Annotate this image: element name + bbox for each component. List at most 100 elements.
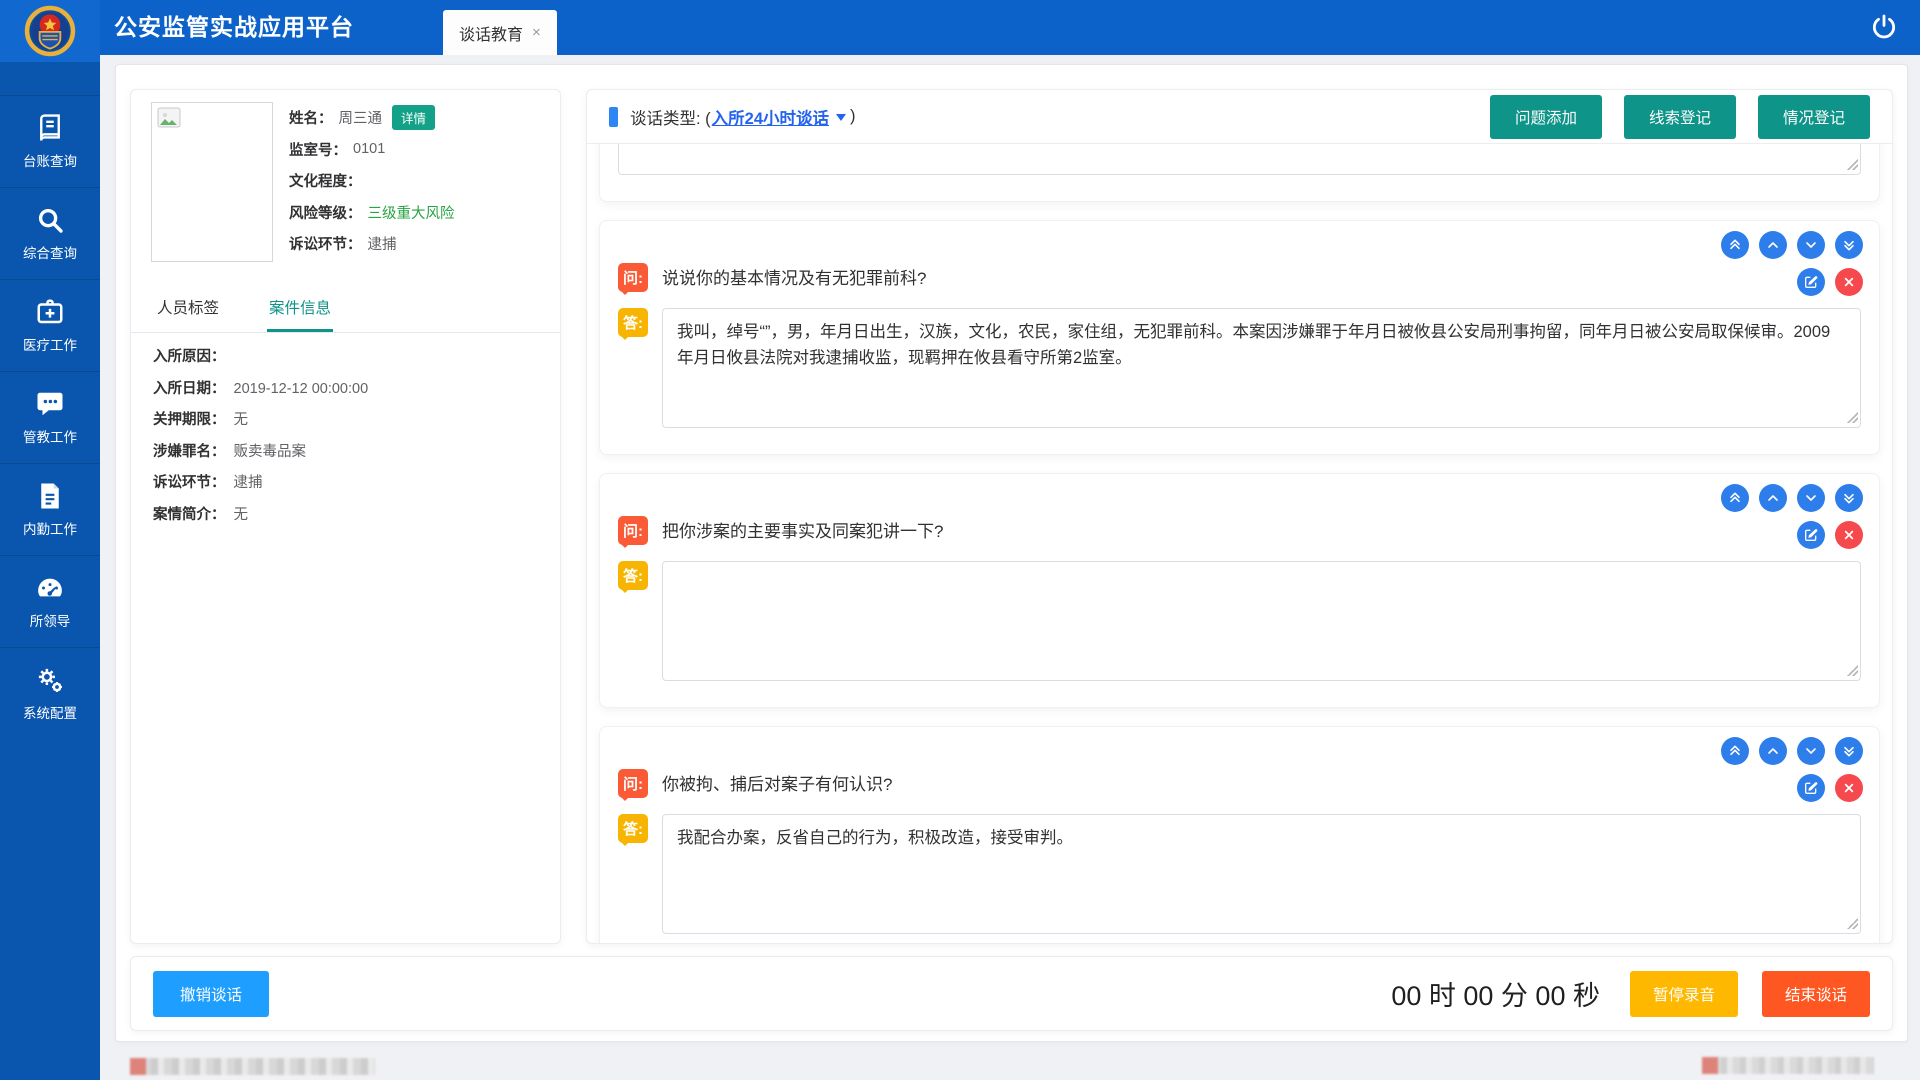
tab-label: 谈话教育 xyxy=(459,21,523,45)
qa-header-actions: 问题添加 线索登记 情况登记 xyxy=(1490,95,1870,139)
talk-timer: 00 时 00 分 00 秒 xyxy=(1391,974,1600,1013)
sidebar-item-label: 系统配置 xyxy=(23,702,77,722)
situation-register-button[interactable]: 情况登记 xyxy=(1758,95,1870,139)
resize-handle-icon[interactable] xyxy=(1847,159,1858,170)
clue-register-button[interactable]: 线索登记 xyxy=(1624,95,1736,139)
sidebar-item-leadership[interactable]: 所领导 xyxy=(0,555,100,647)
pause-recording-button[interactable]: 暂停录音 xyxy=(1630,971,1738,1017)
broken-image-icon xyxy=(156,107,182,129)
edit-controls xyxy=(1797,521,1863,549)
cancel-talk-button[interactable]: 撤销谈话 xyxy=(153,971,269,1017)
person-name-row: 姓名： 周三通 详情 xyxy=(289,102,455,134)
search-icon xyxy=(35,205,65,235)
tab-case-info[interactable]: 案件信息 xyxy=(267,286,333,332)
tab-talk-education[interactable]: 谈话教育 × xyxy=(443,10,557,55)
qa-header: 谈话类型: ( 入所24小时谈话 ) 问题添加 线索登记 情况登记 xyxy=(587,90,1892,144)
question-badge: 问: xyxy=(618,769,648,798)
delete-question-button[interactable] xyxy=(1835,774,1863,802)
move-controls xyxy=(1721,484,1863,512)
move-bottom-button[interactable] xyxy=(1835,231,1863,259)
move-bottom-button[interactable] xyxy=(1835,737,1863,765)
delete-question-button[interactable] xyxy=(1835,521,1863,549)
answer-textarea[interactable]: 我配合办案，反省自己的行为，积极改造，接受审判。 xyxy=(662,814,1861,934)
tab-close-icon[interactable]: × xyxy=(532,24,541,41)
move-controls xyxy=(1721,231,1863,259)
tab-person-labels[interactable]: 人员标签 xyxy=(155,286,221,332)
logout-power-button[interactable] xyxy=(1870,13,1898,41)
sidebar-item-label: 综合查询 xyxy=(23,242,77,262)
move-up-button[interactable] xyxy=(1759,737,1787,765)
case-label: 入所原因： xyxy=(153,342,226,374)
end-talk-button[interactable]: 结束谈话 xyxy=(1762,971,1870,1017)
edit-icon xyxy=(1803,527,1819,543)
case-label: 案情简介： xyxy=(153,500,226,532)
sidebar-item-internal-work[interactable]: 内勤工作 xyxy=(0,463,100,555)
talk-type-suffix: ) xyxy=(850,107,856,126)
resize-handle-icon[interactable] xyxy=(1847,665,1858,676)
chevrons-up-icon xyxy=(1727,743,1743,759)
stage-value: 逮捕 xyxy=(368,233,397,254)
resize-handle-icon[interactable] xyxy=(1847,412,1858,423)
risk-value: 三级重大风险 xyxy=(368,202,455,223)
sidebar-item-system-config[interactable]: 系统配置 xyxy=(0,647,100,739)
close-icon xyxy=(1841,780,1857,796)
edit-controls xyxy=(1797,268,1863,296)
person-tabs: 人员标签 案件信息 xyxy=(131,286,560,333)
qa-panel: 谈话类型: ( 入所24小时谈话 ) 问题添加 线索登记 情况登记 xyxy=(586,89,1893,944)
answer-textarea[interactable]: 我叫，绰号“”，男，年月日出生，汉族，文化，农民，家住组，无犯罪前科。本案因涉嫌… xyxy=(662,308,1861,428)
case-row-reason: 入所原因： xyxy=(153,342,542,374)
case-row-charge: 涉嫌罪名： 贩卖毒品案 xyxy=(153,437,542,469)
edit-question-button[interactable] xyxy=(1797,521,1825,549)
move-down-button[interactable] xyxy=(1797,737,1825,765)
move-top-button[interactable] xyxy=(1721,484,1749,512)
move-bottom-button[interactable] xyxy=(1835,484,1863,512)
add-question-button[interactable]: 问题添加 xyxy=(1490,95,1602,139)
talk-type-link[interactable]: 入所24小时谈话 xyxy=(712,105,829,129)
sidebar-item-ledger-query[interactable]: 台账查询 xyxy=(0,95,100,187)
sidebar-nav: 台账查询 综合查询 医疗工作 管教工作 xyxy=(0,55,100,1080)
answer-textarea[interactable] xyxy=(618,144,1861,175)
name-value: 周三通 xyxy=(339,107,383,128)
qa-card-partial xyxy=(599,144,1880,202)
move-top-button[interactable] xyxy=(1721,231,1749,259)
case-value: 无 xyxy=(234,405,249,437)
app-logo xyxy=(0,0,100,62)
move-down-button[interactable] xyxy=(1797,484,1825,512)
qa-card-controls xyxy=(1721,484,1863,549)
medical-kit-icon xyxy=(35,297,65,327)
move-up-button[interactable] xyxy=(1759,484,1787,512)
move-up-button[interactable] xyxy=(1759,231,1787,259)
question-text: 说说你的基本情况及有无犯罪前科? xyxy=(662,263,926,291)
case-value: 2019-12-12 00:00:00 xyxy=(234,374,369,406)
chevron-up-icon xyxy=(1765,743,1781,759)
detail-button[interactable]: 详情 xyxy=(392,105,435,130)
sidebar-item-comprehensive-query[interactable]: 综合查询 xyxy=(0,187,100,279)
app-header: 公安监管实战应用平台 谈话教育 × xyxy=(0,0,1920,55)
main-container: 姓名： 周三通 详情 监室号： 0101 文化程度： 风险等级： 三级重大风险 … xyxy=(115,64,1908,1042)
edit-icon xyxy=(1803,274,1819,290)
qa-card-controls xyxy=(1721,231,1863,296)
edit-question-button[interactable] xyxy=(1797,774,1825,802)
chevron-down-icon xyxy=(1803,743,1819,759)
close-icon xyxy=(1841,527,1857,543)
move-down-button[interactable] xyxy=(1797,231,1825,259)
move-top-button[interactable] xyxy=(1721,737,1749,765)
delete-question-button[interactable] xyxy=(1835,268,1863,296)
dashboard-gauge-icon xyxy=(35,573,65,603)
name-label: 姓名： xyxy=(289,107,333,128)
sidebar-item-discipline-work[interactable]: 管教工作 xyxy=(0,371,100,463)
case-value: 无 xyxy=(234,500,249,532)
qa-card: 问: 把你涉案的主要事实及同案犯讲一下? 答: xyxy=(599,473,1880,708)
move-controls xyxy=(1721,737,1863,765)
sidebar-item-medical-work[interactable]: 医疗工作 xyxy=(0,279,100,371)
resize-handle-icon[interactable] xyxy=(1847,918,1858,929)
qa-scroll-area[interactable]: 问: 说说你的基本情况及有无犯罪前科? 答: 我叫，绰号“”，男，年月日出生，汉… xyxy=(587,144,1892,943)
edit-question-button[interactable] xyxy=(1797,268,1825,296)
chevron-up-icon xyxy=(1765,237,1781,253)
chevrons-down-icon xyxy=(1841,490,1857,506)
chevron-down-icon[interactable] xyxy=(836,114,846,126)
stage-label: 诉讼环节： xyxy=(289,233,362,254)
answer-textarea[interactable] xyxy=(662,561,1861,681)
sidebar-item-label: 所领导 xyxy=(30,610,71,630)
question-row: 问: 你被拘、捕后对案子有何认识? xyxy=(618,769,1861,798)
